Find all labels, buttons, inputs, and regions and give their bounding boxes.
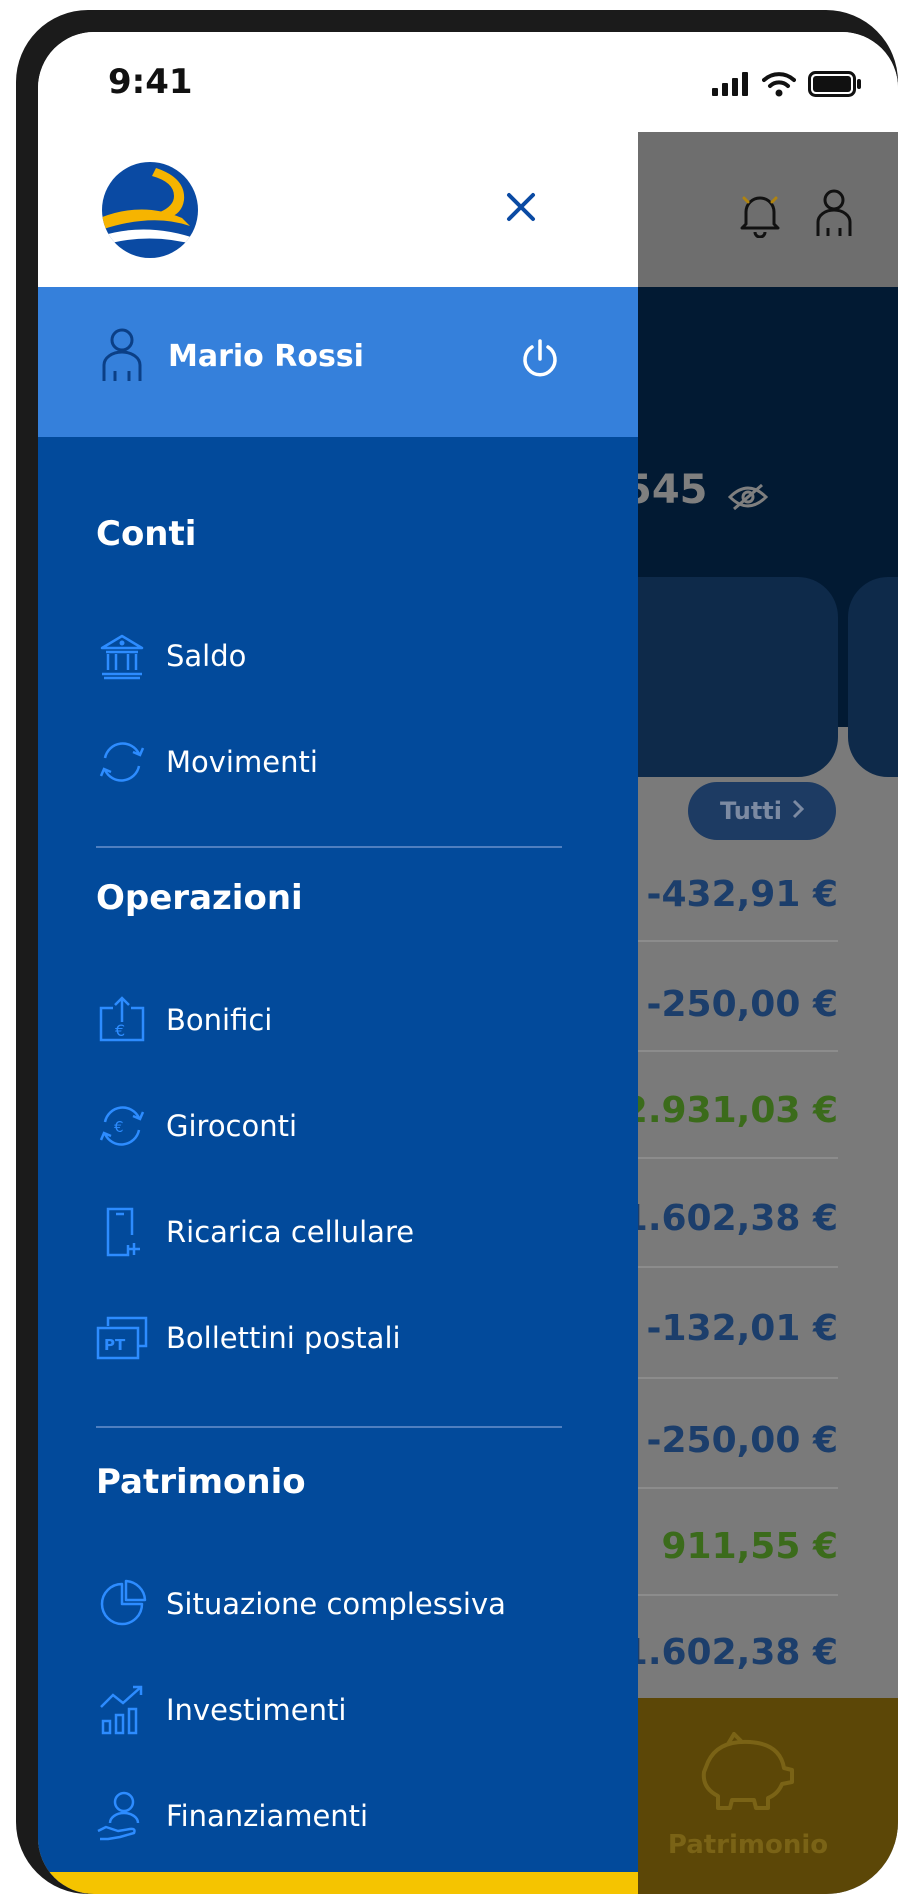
phone-plus-icon <box>96 1206 148 1258</box>
euro-cycle-icon: € <box>96 1100 148 1152</box>
hide-balance-icon[interactable] <box>727 483 769 515</box>
status-time: 9:41 <box>108 62 193 102</box>
menu-item-investimenti[interactable]: Investimenti <box>96 1680 576 1740</box>
menu-item-label: Investimenti <box>166 1693 347 1727</box>
menu-item-bollettini-postali[interactable]: PT Bollettini postali <box>96 1308 576 1368</box>
filter-all-label: Tutti <box>720 797 782 825</box>
section-title-patrimonio: Patrimonio <box>96 1462 306 1502</box>
section-divider <box>96 1426 562 1428</box>
row-divider <box>638 1157 838 1159</box>
power-icon <box>523 339 557 377</box>
svg-text:€: € <box>114 1118 124 1136</box>
transaction-amount: -250,00 € <box>646 984 838 1025</box>
section-title-operazioni: Operazioni <box>96 878 303 918</box>
menu-item-label: Ricarica cellulare <box>166 1215 415 1249</box>
signal-icon <box>712 72 750 100</box>
transaction-amount: -1.602,38 € <box>607 1198 838 1239</box>
growth-chart-icon <box>96 1684 148 1736</box>
close-drawer-button[interactable] <box>498 184 544 230</box>
user-icon <box>100 327 144 387</box>
transaction-amount: 2.931,03 € <box>622 1090 838 1131</box>
transaction-amount: 911,55 € <box>661 1526 838 1567</box>
status-bar: 9:41 <box>38 32 898 132</box>
menu-item-movimenti[interactable]: Movimenti <box>96 732 576 792</box>
menu-item-bonifici[interactable]: € Bonifici <box>96 990 576 1050</box>
hand-user-icon <box>96 1790 148 1842</box>
bank-icon <box>96 630 148 682</box>
device-frame: 9:41 545 Tutti -432,91 € -250,00 € 2.931… <box>16 10 898 1894</box>
menu-item-saldo[interactable]: Saldo <box>96 626 576 686</box>
bank-logo <box>100 160 200 264</box>
pt-slip-icon: PT <box>96 1312 148 1364</box>
close-icon <box>507 193 535 221</box>
menu-item-label: Bonifici <box>166 1003 273 1037</box>
chevron-right-icon <box>792 797 805 825</box>
navigation-drawer: Mario Rossi Conti Saldo Movimenti Operaz… <box>38 132 638 1894</box>
transaction-amount: -250,00 € <box>646 1420 838 1461</box>
menu-item-finanziamenti[interactable]: Finanziamenti <box>96 1786 576 1846</box>
phone-screen: 9:41 545 Tutti -432,91 € -250,00 € 2.931… <box>38 32 898 1894</box>
row-divider <box>638 1594 838 1596</box>
drawer-header <box>38 132 638 287</box>
menu-item-giroconti[interactable]: € Giroconti <box>96 1096 576 1156</box>
svg-text:PT: PT <box>104 1336 126 1354</box>
menu-item-label: Giroconti <box>166 1109 298 1143</box>
row-divider <box>638 940 838 942</box>
battery-icon <box>808 71 862 101</box>
pie-chart-icon <box>96 1578 148 1630</box>
row-divider <box>638 1487 838 1489</box>
secondary-card[interactable] <box>848 577 898 777</box>
row-divider <box>638 1377 838 1379</box>
status-icons <box>712 68 862 104</box>
transaction-amount: -132,01 € <box>646 1308 838 1349</box>
wifi-icon <box>762 71 796 101</box>
tab-patrimonio[interactable]: Patrimonio <box>658 1830 838 1860</box>
menu-item-situazione-complessiva[interactable]: Situazione complessiva <box>96 1574 576 1634</box>
section-title-conti: Conti <box>96 514 197 554</box>
piggy-bank-icon[interactable] <box>688 1730 798 1816</box>
menu-item-label: Finanziamenti <box>166 1799 369 1833</box>
accent-strip <box>38 1872 638 1894</box>
refresh-icon <box>96 736 148 788</box>
transfer-icon: € <box>96 994 148 1046</box>
section-divider <box>96 846 562 848</box>
row-divider <box>638 1050 838 1052</box>
transaction-amount: -1.602,38 € <box>607 1632 838 1673</box>
menu-item-label: Bollettini postali <box>166 1321 401 1355</box>
transaction-amount: -432,91 € <box>646 874 838 915</box>
notification-bell-icon[interactable] <box>738 190 782 242</box>
svg-text:€: € <box>115 1021 125 1040</box>
menu-item-label: Saldo <box>166 639 247 673</box>
logout-button[interactable] <box>522 339 558 383</box>
filter-all-button[interactable]: Tutti <box>688 782 836 840</box>
profile-icon[interactable] <box>814 188 854 242</box>
row-divider <box>638 1266 838 1268</box>
user-profile-bar[interactable]: Mario Rossi <box>38 287 638 437</box>
menu-item-label: Movimenti <box>166 745 318 779</box>
user-name: Mario Rossi <box>168 339 364 374</box>
menu-item-label: Situazione complessiva <box>166 1587 506 1621</box>
menu-item-ricarica-cellulare[interactable]: Ricarica cellulare <box>96 1202 576 1262</box>
